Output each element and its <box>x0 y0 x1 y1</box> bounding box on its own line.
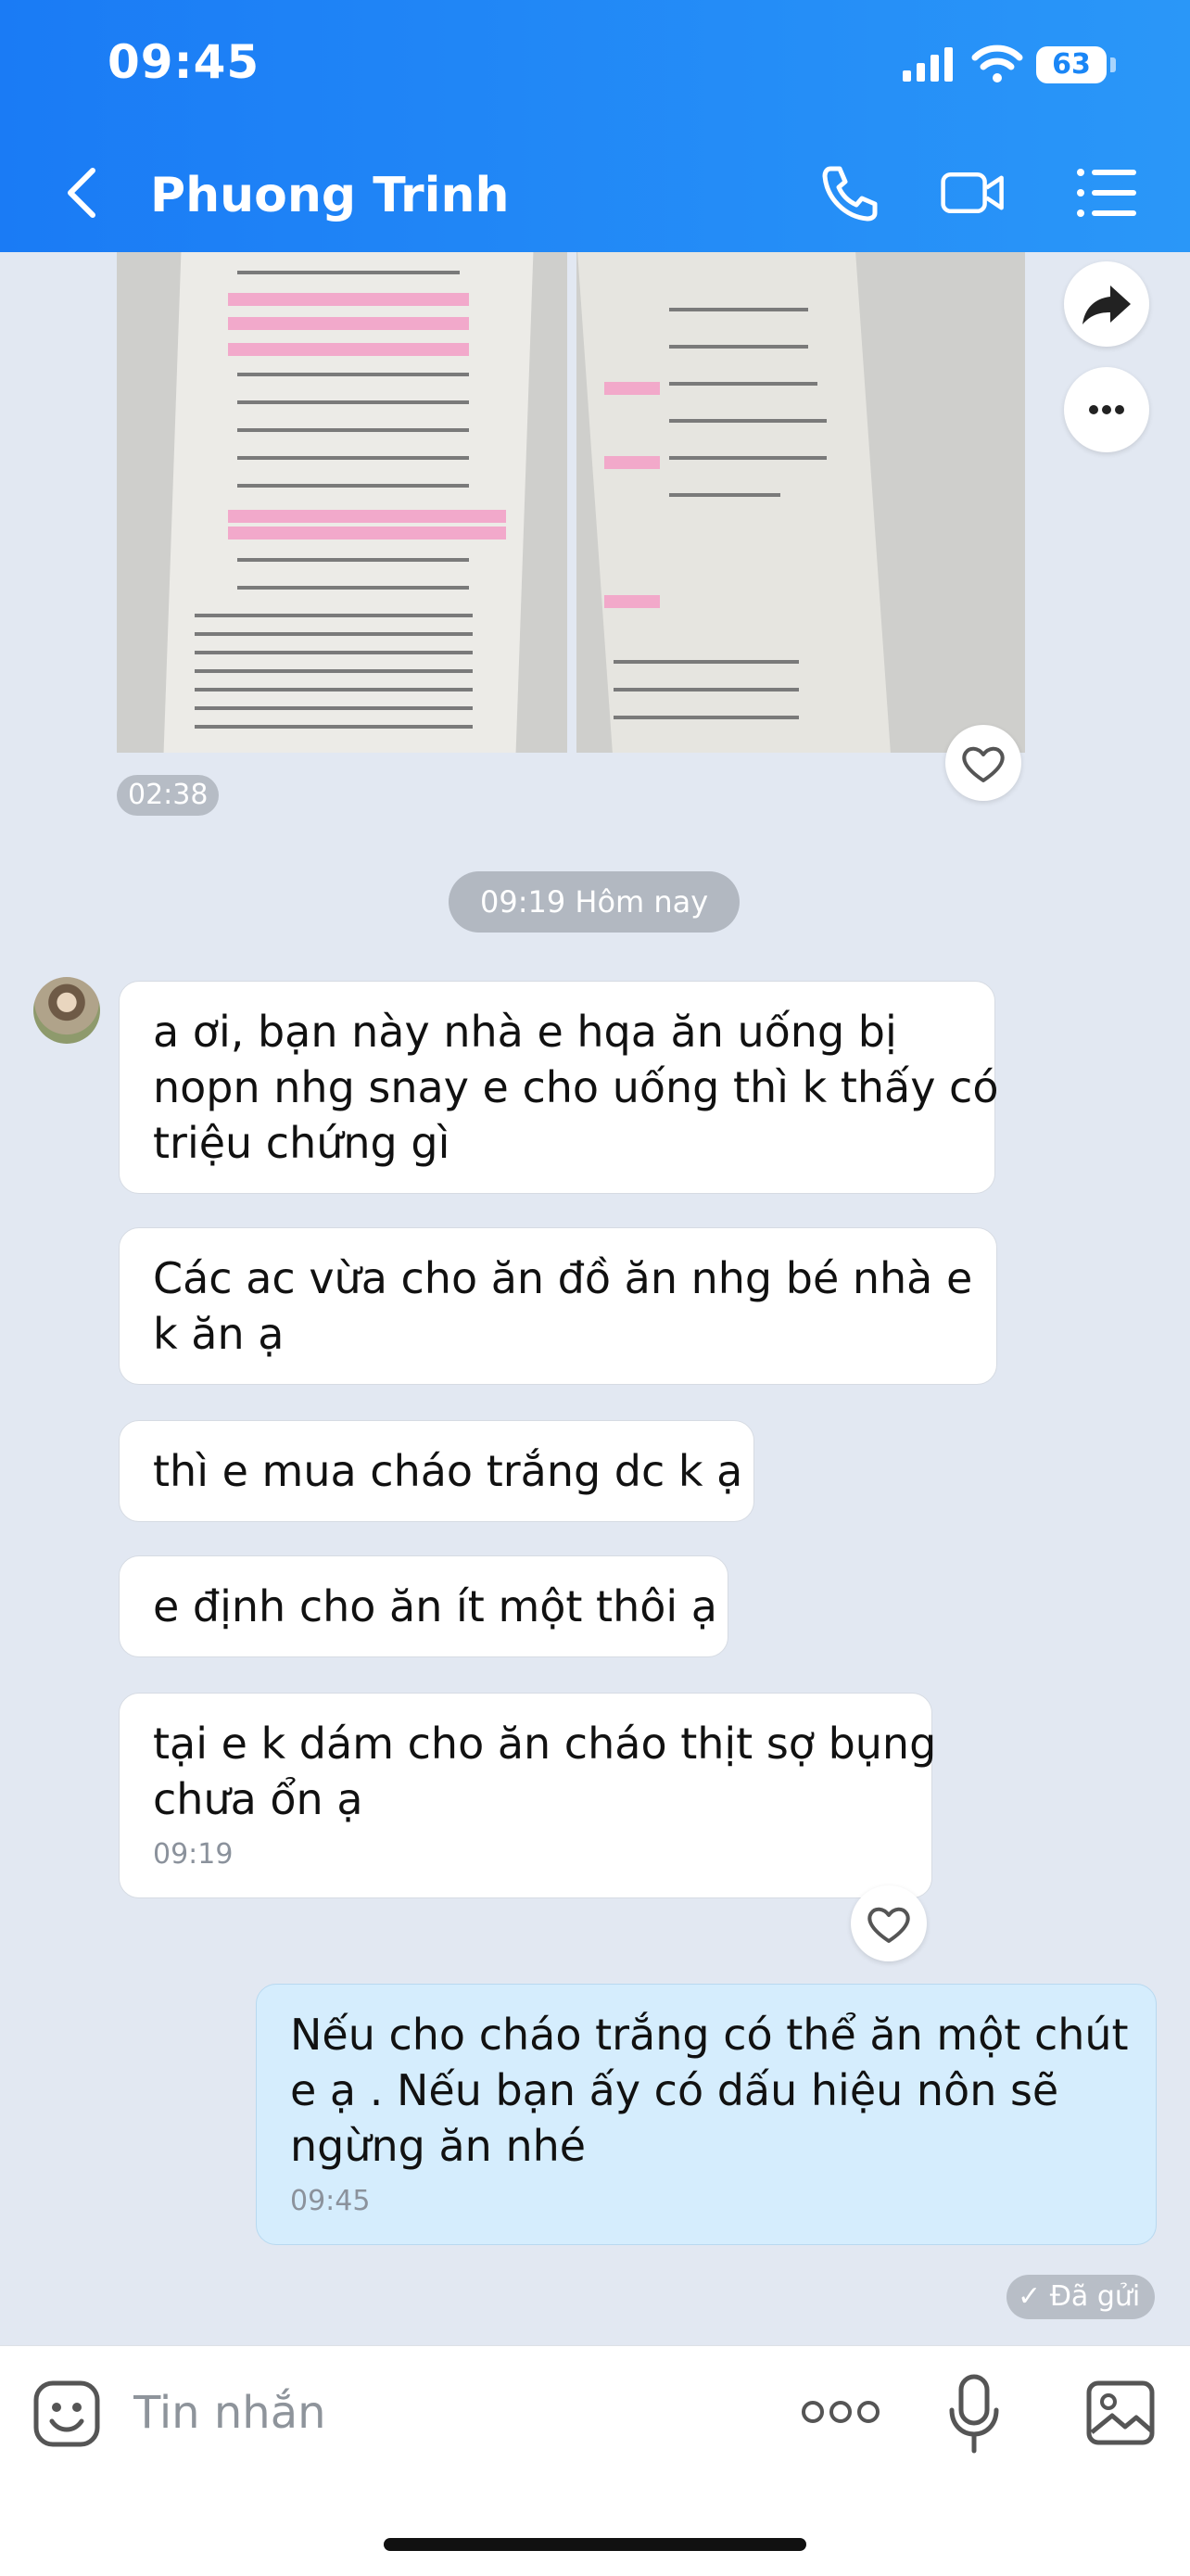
sent-status-text: Đã gửi <box>1049 2280 1141 2313</box>
received-message-bubble[interactable]: a ơi, bạn này nhà e hqa ăn uống bị nopn … <box>119 981 999 1194</box>
message-text: Nếu cho cháo trắng có thể ăn một chút <box>290 2010 1129 2060</box>
more-dots-icon <box>1089 405 1124 414</box>
message-timestamp: 09:19 <box>153 1838 234 1871</box>
battery-nub <box>1110 57 1116 72</box>
message-input[interactable] <box>132 2382 766 2443</box>
sent-message-bubble[interactable]: Nếu cho cháo trắng có thể ăn một chút e … <box>256 1984 1157 2245</box>
date-separator: 09:19 Hôm nay <box>449 871 741 933</box>
checkmark-icon: ✓ <box>1018 2280 1050 2313</box>
photo-timestamp: 02:38 <box>117 775 220 816</box>
heart-icon <box>962 746 1005 782</box>
received-message-bubble[interactable]: Các ac vừa cho ăn đồ ăn nhg bé nhà e k ă… <box>119 1227 997 1385</box>
received-message-bubble[interactable]: tại e k dám cho ăn cháo thịt sợ bụng chư… <box>119 1693 937 1898</box>
message-text: Các ac vừa cho ăn đồ ăn nhg bé nhà e <box>153 1253 973 1303</box>
heart-icon <box>867 1907 910 1943</box>
message-text: tại e k dám cho ăn cháo thịt sợ bụng <box>153 1719 937 1769</box>
message-text: triệu chứng gì <box>153 1118 450 1168</box>
video-call-icon[interactable] <box>940 159 1006 226</box>
lab-result-photo-right[interactable] <box>576 252 1025 753</box>
react-heart-button-photo[interactable] <box>945 725 1021 801</box>
chat-header: 09:45 63 Phuong Trinh <box>0 0 1190 252</box>
more-options-button[interactable] <box>1064 367 1149 452</box>
message-text: a ơi, bạn này nhà e hqa ăn uống bị <box>153 1007 897 1057</box>
phone-call-icon[interactable] <box>816 159 882 226</box>
more-options-icon[interactable] <box>799 2393 882 2430</box>
back-icon[interactable] <box>59 163 104 222</box>
menu-list-icon[interactable] <box>1073 159 1140 226</box>
message-text: nopn nhg snay e cho uống thì k thấy có <box>153 1062 999 1112</box>
forward-button[interactable] <box>1064 261 1149 347</box>
message-text: e định cho ăn ít một thôi ạ <box>153 1581 717 1631</box>
message-text: ngừng ăn nhé <box>290 2121 587 2171</box>
sent-status-badge: ✓ Đã gửi <box>1006 2275 1156 2319</box>
share-arrow-icon <box>1082 286 1131 324</box>
message-timestamp: 09:45 <box>290 2185 371 2217</box>
received-message-bubble[interactable]: thì e mua cháo trắng dc k ạ <box>119 1420 754 1522</box>
battery-indicator: 63 <box>1036 46 1107 83</box>
avatar[interactable] <box>33 977 100 1044</box>
sticker-icon[interactable] <box>32 2379 102 2449</box>
react-heart-button[interactable] <box>851 1885 927 1961</box>
received-message-bubble[interactable]: e định cho ăn ít một thôi ạ <box>119 1555 728 1657</box>
message-text: k ăn ạ <box>153 1309 285 1359</box>
lab-result-photo-left[interactable] <box>117 252 567 753</box>
message-text: chưa ổn ạ <box>153 1774 363 1824</box>
message-text: thì e mua cháo trắng dc k ạ <box>153 1446 743 1496</box>
status-time: 09:45 <box>108 35 260 89</box>
cellular-signal-icon <box>903 47 953 82</box>
image-gallery-icon[interactable] <box>1084 2379 1157 2447</box>
wifi-icon <box>971 44 1023 82</box>
home-indicator[interactable] <box>384 2538 806 2551</box>
message-text: e ạ . Nếu bạn ấy có dấu hiệu nôn sẽ <box>290 2065 1059 2115</box>
microphone-icon[interactable] <box>945 2373 1003 2455</box>
contact-name[interactable]: Phuong Trinh <box>150 163 510 228</box>
